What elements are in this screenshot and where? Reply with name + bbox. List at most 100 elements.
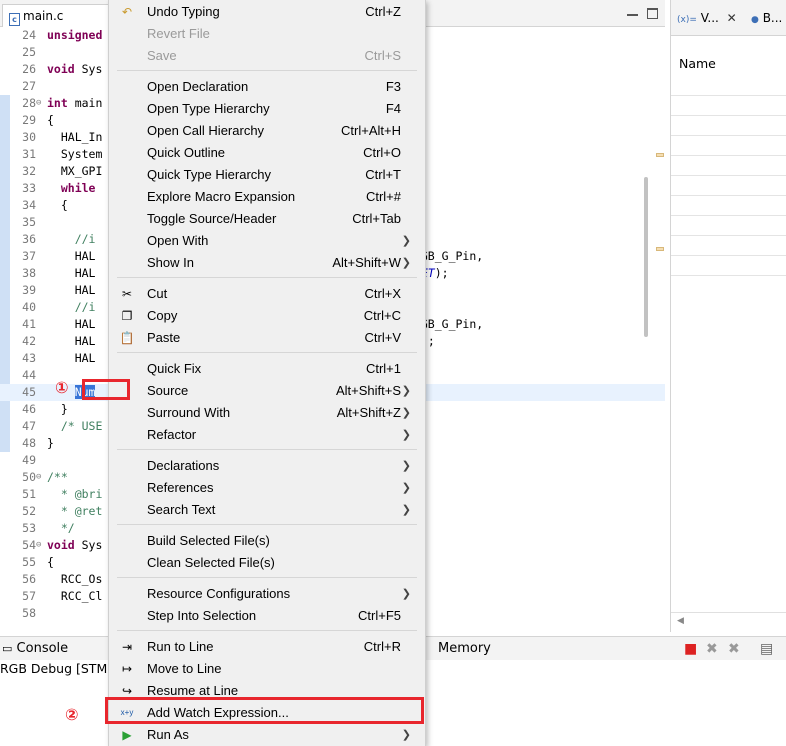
menu-item-surround-with[interactable]: Surround With Alt+Shift+Z ❯ [109,402,425,424]
column-header-name[interactable]: Name [679,56,716,71]
chevron-right-icon: ❯ [401,407,411,419]
scroll-left-icon[interactable]: ◀ [671,612,786,630]
run-as-icon: ▶ [122,728,132,742]
line-number: 32 [22,164,36,178]
menu-item-step-into-selection[interactable]: Step Into Selection Ctrl+F5 [109,605,425,627]
menu-item-toggle-source-header[interactable]: Toggle Source/Header Ctrl+Tab [109,208,425,230]
table-row [671,155,786,156]
remove-all-icon[interactable]: ✖ [728,641,740,657]
tab-variables[interactable]: (x)= V... ✕ [677,8,737,28]
code-text: while [60,181,96,195]
menu-item-label: Revert File [147,26,210,41]
editor-tab-main-c[interactable]: c main.c [2,4,122,27]
chevron-right-icon: ❯ [401,235,411,247]
tab-breakpoints[interactable]: ● B... [751,8,782,28]
line-number: 38 [22,266,36,280]
tab-console[interactable]: ▭ Console [2,640,68,658]
menu-item-declarations[interactable]: Declarations ❯ [109,455,425,477]
menu-item-quick-type-hierarchy[interactable]: Quick Type Hierarchy Ctrl+T [109,164,425,186]
menu-item-label: Open Type Hierarchy [147,101,270,116]
menu-item-undo-typing[interactable]: ↶ Undo Typing Ctrl+Z [109,1,425,23]
fold-toggle-icon[interactable]: ⊖ [36,469,41,486]
menu-item-label: Open Call Hierarchy [147,123,265,138]
menu-item-cut[interactable]: ✂ Cut Ctrl+X [109,283,425,305]
menu-item-build-selected-file-s[interactable]: Build Selected File(s) [109,530,425,552]
menu-item-source[interactable]: Source Alt+Shift+S ❯ [109,380,425,402]
menu-item-search-text[interactable]: Search Text ❯ [109,499,425,521]
menu-item-open-declaration[interactable]: Open Declaration F3 [109,76,425,98]
menu-item-label: Undo Typing [147,4,220,19]
line-number: 25 [22,45,36,59]
menu-item-resource-configurations[interactable]: Resource Configurations ❯ [109,583,425,605]
line-number: 41 [22,317,36,331]
menu-item-open-type-hierarchy[interactable]: Open Type Hierarchy F4 [109,98,425,120]
minimize-icon[interactable] [627,8,638,16]
line-number: 26 [22,62,36,76]
fold-toggle-icon[interactable]: ⊖ [36,95,41,112]
menu-item-open-with[interactable]: Open With ❯ [109,230,425,252]
code-text: } [47,436,54,450]
menu-item-label: Refactor [147,427,197,442]
code-text: //i [74,232,96,246]
menu-item-run-to-line[interactable]: ⇥ Run to Line Ctrl+R [109,636,425,658]
table-row [671,255,786,256]
menu-item-quick-outline[interactable]: Quick Outline Ctrl+O [109,142,425,164]
line-number: 30 [22,130,36,144]
menu-item-shortcut: Ctrl+# [365,189,401,204]
console-icon: ▭ [2,642,13,655]
tab-memory[interactable]: Memory [418,640,491,658]
menu-item-shortcut: Ctrl+V [364,330,401,345]
chevron-right-icon: ❯ [401,729,411,741]
tab-variables-label: V... [700,11,719,25]
code-text: void Sys [47,62,103,76]
fold-toggle-icon[interactable]: ⊖ [36,537,41,554]
line-number: 49 [22,453,36,467]
menu-item-open-call-hierarchy[interactable]: Open Call Hierarchy Ctrl+Alt+H [109,120,425,142]
copy-icon: ❐ [121,309,133,323]
menu-item-copy[interactable]: ❐ Copy Ctrl+C [109,305,425,327]
chevron-right-icon: ❯ [401,385,411,397]
menu-item-explore-macro-expansion[interactable]: Explore Macro Expansion Ctrl+# [109,186,425,208]
remove-launch-icon[interactable]: ✖ [706,641,718,657]
menu-item-label: Move to Line [147,661,222,676]
move-to-line-icon: ↦ [121,662,133,676]
menu-item-clean-selected-file-s[interactable]: Clean Selected File(s) [109,552,425,574]
code-text: * @ret [47,504,103,518]
menu-item-move-to-line[interactable]: ↦ Move to Line [109,658,425,680]
table-row [671,215,786,216]
menu-item-paste[interactable]: 📋 Paste Ctrl+V [109,327,425,349]
line-number: 42 [22,334,36,348]
menu-item-run-as[interactable]: ▶ Run As ❯ [109,724,425,746]
menu-item-shortcut: Ctrl+Tab [352,211,401,226]
menu-item-label: Run As [147,727,189,742]
menu-item-save: Save Ctrl+S [109,45,425,67]
menu-item-refactor[interactable]: Refactor ❯ [109,424,425,446]
menu-item-references[interactable]: References ❯ [109,477,425,499]
menu-item-show-in[interactable]: Show In Alt+Shift+W ❯ [109,252,425,274]
menu-item-shortcut: Ctrl+Alt+H [341,123,401,138]
menu-item-quick-fix[interactable]: Quick Fix Ctrl+1 [109,358,425,380]
line-number: 24 [22,28,36,42]
menu-item-label: Toggle Source/Header [147,211,277,226]
editor-tab-label: main.c [23,9,64,23]
paste-icon: 📋 [119,331,135,345]
chevron-right-icon: ❯ [401,482,411,494]
table-row [671,235,786,236]
c-file-icon: c [9,13,20,26]
code-text: unsigned [47,28,103,42]
code-text: RCC_Cl [47,589,103,603]
menu-item-label: Declarations [147,458,220,473]
memory-tab-label: Memory [438,641,491,656]
menu-separator [117,70,417,71]
terminate-icon[interactable]: ■ [684,641,697,657]
close-icon[interactable]: ✕ [727,11,737,25]
code-text: /** [47,470,68,484]
maximize-icon[interactable] [647,8,658,19]
menu-item-label: Show In [147,255,194,270]
cut-icon: ✂ [121,287,133,301]
line-number: 40 [22,300,36,314]
chevron-right-icon: ❯ [401,429,411,441]
annotation-box-1 [82,379,130,400]
scroll-lock-icon[interactable]: ▤ [760,641,773,657]
undo-icon: ↶ [121,5,133,19]
